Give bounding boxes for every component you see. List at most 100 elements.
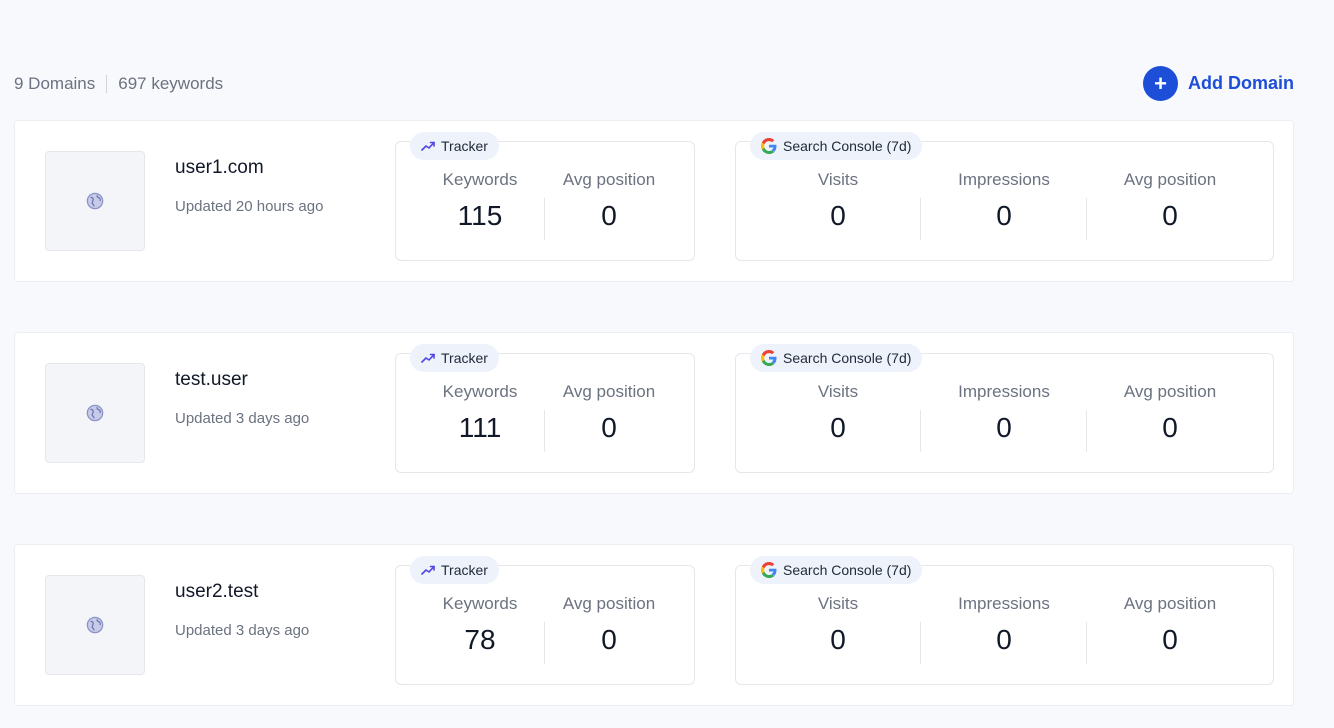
gsc-visits: Visits 0 (758, 170, 918, 232)
domain-name[interactable]: user2.test (175, 581, 258, 603)
impressions-label: Impressions (958, 382, 1050, 401)
keywords-value: 111 (458, 412, 502, 443)
gsc-avg-position: Avg position 0 (1088, 594, 1252, 656)
tracker-panel: Tracker Keywords 115 Avg position 0 (395, 132, 695, 261)
tracker-label: Tracker (441, 562, 488, 578)
search-console-badge: Search Console (7d) (750, 344, 923, 372)
tracker-badge: Tracker (410, 556, 499, 584)
tracker-avg-position: Avg position 0 (546, 594, 672, 656)
gsc-impressions: Impressions 0 (922, 382, 1086, 444)
keywords-label: Keywords (442, 170, 518, 189)
avg-position-label: Avg position (1123, 594, 1217, 613)
avg-position-value: 0 (601, 412, 617, 443)
domain-thumbnail (45, 151, 145, 251)
domain-name[interactable]: test.user (175, 369, 248, 391)
avg-position-value: 0 (1162, 624, 1178, 655)
tracker-panel: Tracker Keywords 78 Avg position 0 (395, 556, 695, 685)
avg-position-value: 0 (1162, 412, 1178, 443)
gsc-visits: Visits 0 (758, 594, 918, 656)
metric-divider (920, 622, 921, 664)
gsc-avg-position: Avg position 0 (1088, 170, 1252, 232)
tracker-keywords: Keywords 78 (418, 594, 542, 656)
search-console-label: Search Console (7d) (783, 350, 912, 366)
impressions-label: Impressions (958, 170, 1050, 189)
domain-name[interactable]: user1.com (175, 157, 264, 179)
globe-icon (86, 616, 104, 634)
search-console-badge: Search Console (7d) (750, 132, 923, 160)
domain-updated: Updated 20 hours ago (175, 198, 324, 215)
keywords-label: Keywords (442, 382, 518, 401)
search-console-label: Search Console (7d) (783, 138, 912, 154)
avg-position-label: Avg position (562, 594, 656, 613)
impressions-value: 0 (996, 624, 1012, 655)
summary-divider (106, 75, 108, 93)
domain-thumbnail (45, 363, 145, 463)
keywords-label: Keywords (442, 594, 518, 613)
gsc-impressions: Impressions 0 (922, 170, 1086, 232)
tracker-label: Tracker (441, 350, 488, 366)
metric-divider (544, 410, 545, 452)
search-console-label: Search Console (7d) (783, 562, 912, 578)
search-console-panel: Search Console (7d) Visits 0 Impressions… (735, 556, 1274, 685)
google-icon (761, 562, 777, 578)
globe-icon (86, 192, 104, 210)
gsc-visits: Visits 0 (758, 382, 918, 444)
visits-value: 0 (830, 624, 846, 655)
metric-divider (1086, 622, 1087, 664)
globe-icon (86, 404, 104, 422)
avg-position-label: Avg position (562, 170, 656, 189)
metric-divider (1086, 410, 1087, 452)
tracker-label: Tracker (441, 138, 488, 154)
add-domain-label: Add Domain (1188, 73, 1294, 93)
plus-icon: + (1143, 66, 1178, 101)
domain-card[interactable]: user2.test Updated 3 days ago Tracker Ke… (14, 544, 1294, 706)
tracker-panel: Tracker Keywords 111 Avg position 0 (395, 344, 695, 473)
domains-count: 9 Domains (14, 74, 96, 93)
visits-label: Visits (817, 382, 859, 401)
tracker-avg-position: Avg position 0 (546, 170, 672, 232)
domain-thumbnail (45, 575, 145, 675)
tracker-badge: Tracker (410, 132, 499, 160)
tracker-keywords: Keywords 111 (418, 382, 542, 444)
tracker-keywords: Keywords 115 (418, 170, 542, 232)
avg-position-label: Avg position (1123, 170, 1217, 189)
keywords-value: 115 (457, 200, 503, 231)
gsc-impressions: Impressions 0 (922, 594, 1086, 656)
search-console-panel: Search Console (7d) Visits 0 Impressions… (735, 344, 1274, 473)
domain-card[interactable]: user1.com Updated 20 hours ago Tracker K… (14, 120, 1294, 282)
search-console-badge: Search Console (7d) (750, 556, 923, 584)
trending-up-icon (421, 565, 435, 575)
visits-label: Visits (817, 170, 859, 189)
keywords-value: 78 (464, 624, 496, 655)
avg-position-label: Avg position (1123, 382, 1217, 401)
tracker-badge: Tracker (410, 344, 499, 372)
impressions-value: 0 (996, 200, 1012, 231)
avg-position-value: 0 (601, 624, 617, 655)
metric-divider (920, 410, 921, 452)
domain-updated: Updated 3 days ago (175, 410, 310, 427)
metric-divider (1086, 198, 1087, 240)
avg-position-value: 0 (601, 200, 617, 231)
domains-header: 9 Domains 697 keywords + Add Domain (14, 64, 1296, 104)
metric-divider (920, 198, 921, 240)
domain-updated: Updated 3 days ago (175, 622, 310, 639)
metric-divider (544, 198, 545, 240)
visits-value: 0 (830, 200, 846, 231)
gsc-avg-position: Avg position 0 (1088, 382, 1252, 444)
domain-card[interactable]: test.user Updated 3 days ago Tracker Key… (14, 332, 1294, 494)
keywords-count: 697 keywords (118, 74, 224, 93)
avg-position-value: 0 (1162, 200, 1178, 231)
impressions-value: 0 (996, 412, 1012, 443)
visits-value: 0 (830, 412, 846, 443)
domains-summary: 9 Domains 697 keywords (14, 74, 223, 94)
trending-up-icon (421, 353, 435, 363)
impressions-label: Impressions (958, 594, 1050, 613)
google-icon (761, 350, 777, 366)
add-domain-button[interactable]: + Add Domain (1143, 66, 1294, 101)
metric-divider (544, 622, 545, 664)
google-icon (761, 138, 777, 154)
trending-up-icon (421, 141, 435, 151)
tracker-avg-position: Avg position 0 (546, 382, 672, 444)
avg-position-label: Avg position (562, 382, 656, 401)
search-console-panel: Search Console (7d) Visits 0 Impressions… (735, 132, 1274, 261)
